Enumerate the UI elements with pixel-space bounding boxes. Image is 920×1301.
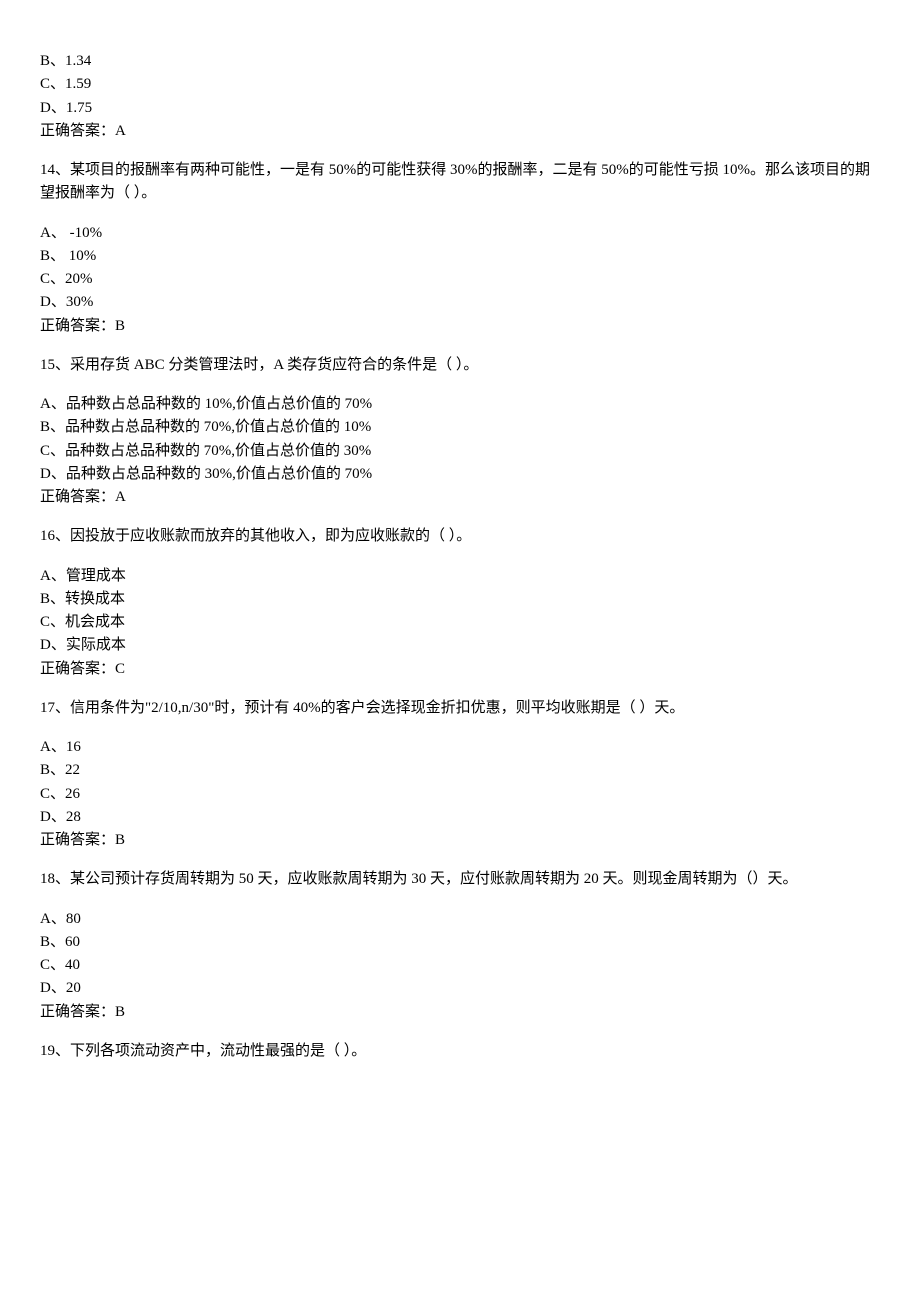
option-c: C、1.59 xyxy=(40,73,880,96)
option-d: D、30% xyxy=(40,291,880,314)
question-15-options: A、品种数占总品种数的 10%,价值占总价值的 70% B、品种数占总品种数的 … xyxy=(40,393,880,509)
option-b: B、22 xyxy=(40,759,880,782)
option-a: A、品种数占总品种数的 10%,价值占总价值的 70% xyxy=(40,393,880,416)
option-b: B、1.34 xyxy=(40,50,880,73)
question-18-options: A、80 B、60 C、40 D、20 正确答案：B xyxy=(40,908,880,1024)
option-a: A、 -10% xyxy=(40,222,880,245)
option-a: A、80 xyxy=(40,908,880,931)
answer-label: 正确答案：B xyxy=(40,829,880,852)
option-b: B、 10% xyxy=(40,245,880,268)
question-19-stem: 19、下列各项流动资产中，流动性最强的是（ ）。 xyxy=(40,1040,880,1063)
question-18-stem: 18、某公司预计存货周转期为 50 天，应收账款周转期为 30 天，应付账款周转… xyxy=(40,868,880,891)
question-14-options: A、 -10% B、 10% C、20% D、30% 正确答案：B xyxy=(40,222,880,338)
option-b: B、转换成本 xyxy=(40,588,880,611)
question-17-stem: 17、信用条件为"2/10,n/30"时，预计有 40%的客户会选择现金折扣优惠… xyxy=(40,697,880,720)
option-c: C、品种数占总品种数的 70%,价值占总价值的 30% xyxy=(40,440,880,463)
option-c: C、机会成本 xyxy=(40,611,880,634)
answer-label: 正确答案：B xyxy=(40,1001,880,1024)
question-16-stem: 16、因投放于应收账款而放弃的其他收入，即为应收账款的（ ）。 xyxy=(40,525,880,548)
option-d: D、品种数占总品种数的 30%,价值占总价值的 70% xyxy=(40,463,880,486)
question-17-options: A、16 B、22 C、26 D、28 正确答案：B xyxy=(40,736,880,852)
option-d: D、1.75 xyxy=(40,97,880,120)
answer-label: 正确答案：B xyxy=(40,315,880,338)
question-14-stem: 14、某项目的报酬率有两种可能性，一是有 50%的可能性获得 30%的报酬率，二… xyxy=(40,159,880,206)
question-15-stem: 15、采用存货 ABC 分类管理法时，A 类存货应符合的条件是（ ）。 xyxy=(40,354,880,377)
option-c: C、40 xyxy=(40,954,880,977)
option-d: D、28 xyxy=(40,806,880,829)
option-a: A、管理成本 xyxy=(40,565,880,588)
option-b: B、60 xyxy=(40,931,880,954)
answer-label: 正确答案：A xyxy=(40,120,880,143)
option-b: B、品种数占总品种数的 70%,价值占总价值的 10% xyxy=(40,416,880,439)
option-d: D、20 xyxy=(40,977,880,1000)
question-13-tail: B、1.34 C、1.59 D、1.75 正确答案：A xyxy=(40,50,880,143)
option-d: D、实际成本 xyxy=(40,634,880,657)
question-16-options: A、管理成本 B、转换成本 C、机会成本 D、实际成本 正确答案：C xyxy=(40,565,880,681)
option-a: A、16 xyxy=(40,736,880,759)
option-c: C、20% xyxy=(40,268,880,291)
option-c: C、26 xyxy=(40,783,880,806)
answer-label: 正确答案：A xyxy=(40,486,880,509)
answer-label: 正确答案：C xyxy=(40,658,880,681)
